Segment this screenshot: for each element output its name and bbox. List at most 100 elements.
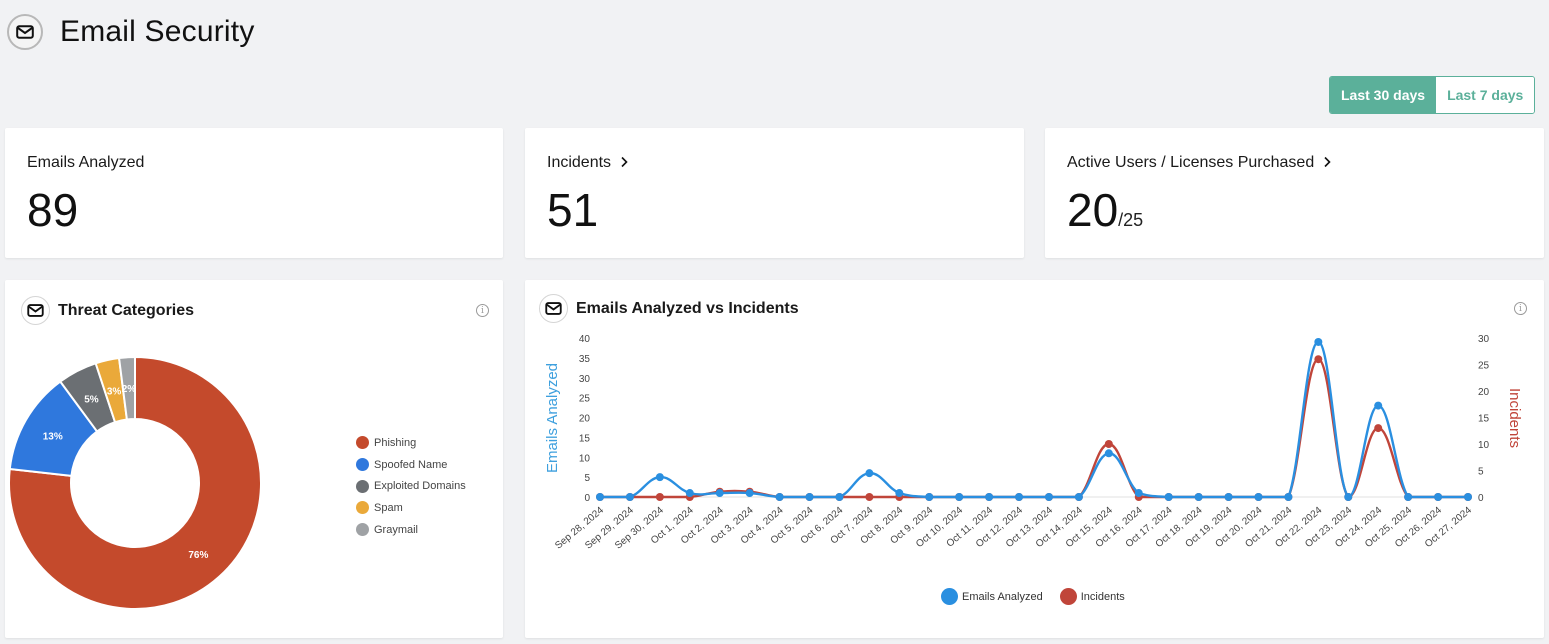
series-line-emails-analyzed bbox=[600, 340, 1468, 499]
data-point-emails-analyzed bbox=[1104, 449, 1113, 458]
y-right-tick-label: 15 bbox=[1478, 414, 1490, 425]
stat-label: Active Users / Licenses Purchased bbox=[1067, 154, 1315, 171]
legend-dot bbox=[356, 458, 369, 472]
y-left-tick-label: 5 bbox=[584, 473, 590, 484]
emails-vs-incidents-chart: 0 5 10 15 20 25 30 35 40 0 5 10 15 20 25 30 Emails Analy… bbox=[544, 334, 1523, 552]
page-header: Email Security bbox=[7, 14, 255, 50]
data-point-emails-analyzed bbox=[895, 489, 904, 498]
threat-categories-panel: Threat Categories i 76% 13% 5% 3% 2% Phishin… bbox=[5, 280, 503, 638]
legend-label: Emails Analyzed bbox=[962, 590, 1043, 603]
emails-analyzed-card: Emails Analyzed 89 bbox=[5, 128, 503, 258]
data-point-emails-analyzed bbox=[955, 493, 964, 501]
mail-icon bbox=[7, 14, 43, 50]
data-point-emails-analyzed bbox=[1164, 493, 1173, 501]
data-point-emails-analyzed bbox=[1344, 493, 1353, 501]
active-users-card[interactable]: Active Users / Licenses Purchased 20/25 bbox=[1045, 128, 1544, 258]
y-left-tick-label: 0 bbox=[584, 493, 590, 504]
data-point-emails-analyzed bbox=[625, 493, 634, 501]
data-point-incidents bbox=[865, 493, 874, 501]
legend-dot bbox=[356, 523, 369, 537]
data-point-emails-analyzed bbox=[1134, 489, 1143, 498]
data-point-emails-analyzed bbox=[715, 489, 724, 498]
legend-label: Phishing bbox=[374, 436, 417, 449]
y-right-tick-label: 20 bbox=[1478, 387, 1490, 398]
legend-item-emails-analyzed[interactable]: Emails Analyzed bbox=[941, 588, 1043, 605]
data-point-emails-analyzed bbox=[1284, 493, 1293, 501]
data-point-emails-analyzed bbox=[1314, 337, 1323, 346]
y-right-tick-label: 10 bbox=[1478, 440, 1490, 451]
y-left-tick-label: 30 bbox=[579, 374, 591, 385]
legend-item-phishing[interactable]: Phishing bbox=[356, 432, 466, 454]
data-point-emails-analyzed bbox=[655, 473, 664, 482]
data-point-emails-analyzed bbox=[1224, 493, 1233, 501]
slice-label: 3% bbox=[107, 386, 122, 397]
legend-label: Incidents bbox=[1080, 590, 1125, 603]
y-left-tick-label: 40 bbox=[579, 334, 591, 345]
slice-label: 13% bbox=[43, 432, 63, 443]
y-right-tick-label: 5 bbox=[1478, 467, 1484, 478]
legend-dot bbox=[356, 479, 369, 493]
threat-legend: Phishing Spoofed Name Exploited Domains Spa… bbox=[356, 432, 466, 540]
data-point-emails-analyzed bbox=[1464, 493, 1472, 501]
y-left-tick-label: 35 bbox=[579, 354, 591, 365]
incidents-card[interactable]: Incidents 51 bbox=[525, 128, 1024, 258]
data-point-emails-analyzed bbox=[925, 493, 934, 501]
incidents-link[interactable]: Incidents bbox=[547, 154, 628, 172]
data-point-emails-analyzed bbox=[1434, 493, 1443, 501]
y-left-tick-label: 25 bbox=[579, 394, 591, 405]
legend-dot bbox=[941, 588, 958, 605]
y-right-tick-label: 0 bbox=[1478, 493, 1484, 504]
info-icon[interactable]: i bbox=[476, 304, 489, 317]
emails-vs-incidents-panel: Emails Analyzed vs Incidents i 0 5 10 15 20 2… bbox=[525, 280, 1544, 638]
chevron-right-icon bbox=[620, 155, 628, 172]
data-point-emails-analyzed bbox=[985, 493, 994, 501]
data-point-emails-analyzed bbox=[1404, 493, 1413, 501]
data-point-incidents bbox=[1314, 355, 1323, 364]
y-right-tick-label: 30 bbox=[1478, 334, 1490, 345]
slice-label: 76% bbox=[188, 550, 208, 561]
legend-label: Graymail bbox=[374, 523, 419, 536]
legend-item-graymail[interactable]: Graymail bbox=[356, 519, 466, 541]
last-30-days-button[interactable]: Last 30 days bbox=[1330, 77, 1437, 113]
chevron-right-icon bbox=[1323, 155, 1331, 172]
legend-label: Exploited Domains bbox=[374, 480, 466, 493]
data-point-emails-analyzed bbox=[685, 489, 694, 498]
data-point-emails-analyzed bbox=[1044, 493, 1053, 501]
data-point-emails-analyzed bbox=[745, 489, 754, 498]
legend-label: Spam bbox=[374, 501, 403, 514]
slice-label: 2% bbox=[122, 384, 137, 395]
y-left-tick-label: 10 bbox=[579, 453, 591, 464]
stat-label: Emails Analyzed bbox=[27, 154, 145, 171]
data-point-emails-analyzed bbox=[865, 469, 874, 478]
legend-item-spam[interactable]: Spam bbox=[356, 497, 466, 519]
y-left-axis-title: Emails Analyzed bbox=[544, 363, 561, 473]
data-point-emails-analyzed bbox=[775, 493, 784, 501]
stat-label: Incidents bbox=[547, 154, 612, 171]
y-right-axis-title: Incidents bbox=[1506, 388, 1523, 448]
data-point-emails-analyzed bbox=[1254, 493, 1263, 501]
series-line-incidents bbox=[600, 357, 1468, 499]
page-title: Email Security bbox=[60, 15, 255, 48]
data-point-incidents bbox=[1104, 440, 1113, 448]
legend-item-exploited-domains[interactable]: Exploited Domains bbox=[356, 475, 466, 497]
legend-dot bbox=[1059, 588, 1077, 605]
data-point-emails-analyzed bbox=[1074, 493, 1083, 501]
data-point-emails-analyzed bbox=[1194, 493, 1203, 501]
data-point-emails-analyzed bbox=[805, 493, 814, 501]
y-left-tick-label: 15 bbox=[579, 433, 591, 444]
data-point-emails-analyzed bbox=[1374, 401, 1383, 410]
stat-value: 89 bbox=[27, 184, 79, 236]
legend-item-incidents[interactable]: Incidents bbox=[1059, 588, 1125, 605]
legend-label: Spoofed Name bbox=[374, 458, 448, 471]
data-point-emails-analyzed bbox=[596, 493, 604, 501]
legend-dot bbox=[356, 501, 369, 515]
date-range-toggle: Last 30 days Last 7 days bbox=[1329, 76, 1536, 114]
licenses-purchased-value: /25 bbox=[1118, 210, 1144, 230]
active-users-link[interactable]: Active Users / Licenses Purchased bbox=[1067, 154, 1331, 172]
data-point-emails-analyzed bbox=[1015, 493, 1024, 501]
data-point-emails-analyzed bbox=[835, 493, 844, 501]
last-7-days-button[interactable]: Last 7 days bbox=[1436, 77, 1535, 113]
legend-item-spoofed-name[interactable]: Spoofed Name bbox=[356, 454, 466, 476]
y-right-tick-label: 25 bbox=[1478, 361, 1490, 372]
data-point-incidents bbox=[1374, 424, 1383, 433]
